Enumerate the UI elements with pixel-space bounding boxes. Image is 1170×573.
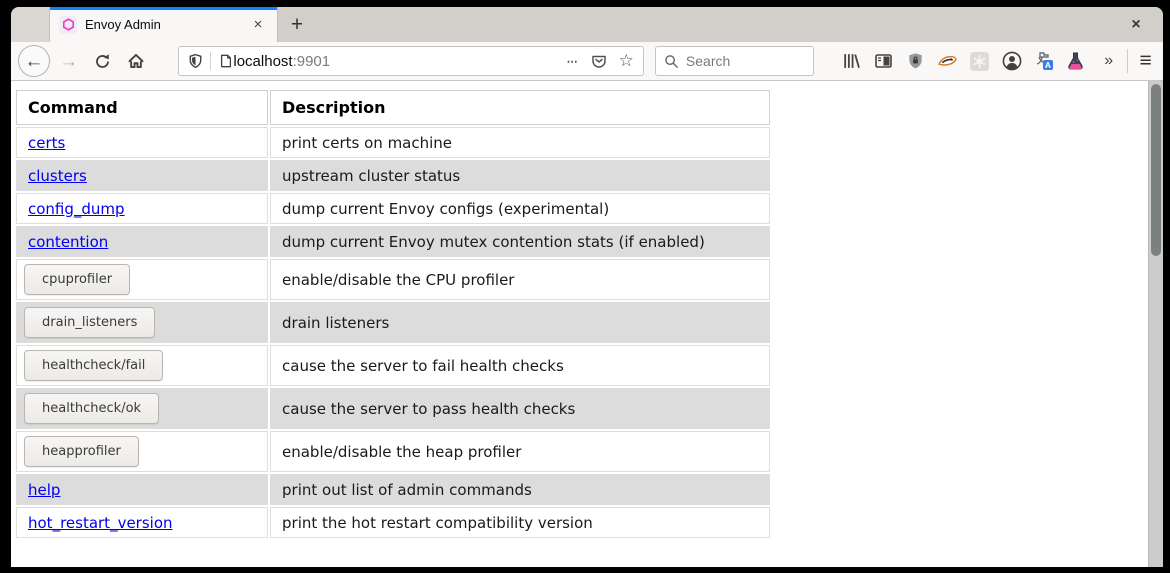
ext-flask-icon[interactable] (1065, 51, 1086, 72)
ext-translate-icon[interactable]: A (1033, 51, 1054, 72)
search-bar[interactable] (655, 46, 814, 76)
row-description: enable/disable the CPU profiler (270, 259, 770, 300)
column-header-description: Description (270, 90, 770, 125)
back-icon: ← (24, 52, 43, 71)
url-text[interactable]: localhost:9901 (233, 53, 566, 70)
table-row: healthcheck/ok cause the server to pass … (16, 388, 770, 429)
url-host: localhost (233, 53, 292, 70)
ext-raccoon-icon[interactable] (937, 51, 958, 72)
url-bar[interactable]: localhost:9901 ⋯ ☆ (178, 46, 644, 76)
link-config-dump[interactable]: config_dump (28, 200, 125, 218)
row-description: print certs on machine (270, 127, 770, 158)
window-close-button[interactable]: × (1117, 7, 1155, 42)
library-icon[interactable] (841, 51, 862, 72)
row-description: drain listeners (270, 302, 770, 343)
home-icon (127, 52, 145, 70)
row-description: dump current Envoy configs (experimental… (270, 193, 770, 224)
vertical-scrollbar[interactable] (1148, 81, 1163, 567)
envoy-favicon-icon (59, 16, 77, 34)
sidebar-icon[interactable] (873, 51, 894, 72)
toolbar-separator (1127, 49, 1128, 73)
button-drain-listeners[interactable]: drain_listeners (24, 307, 155, 338)
table-header-row: Command Description (16, 90, 770, 125)
row-description: print out list of admin commands (270, 474, 770, 505)
page-content: Command Description certs print certs on… (11, 81, 1163, 567)
link-certs[interactable]: certs (28, 134, 65, 152)
browser-window: Envoy Admin × + × ← → (11, 7, 1163, 567)
button-cpuprofiler[interactable]: cpuprofiler (24, 264, 130, 295)
ext-snowflake-icon[interactable] (969, 51, 990, 72)
table-row: heapprofiler enable/disable the heap pro… (16, 431, 770, 472)
search-icon (664, 54, 679, 69)
row-description: cause the server to fail health checks (270, 345, 770, 386)
button-healthcheck-fail[interactable]: healthcheck/fail (24, 350, 163, 381)
link-clusters[interactable]: clusters (28, 167, 87, 185)
svg-text:A: A (1045, 60, 1051, 70)
overflow-chevron-icon[interactable]: » (1097, 51, 1118, 72)
url-port: :9901 (293, 53, 331, 70)
pocket-icon[interactable] (591, 53, 607, 69)
reload-button[interactable] (88, 46, 118, 76)
titlebar-spacer (11, 7, 50, 42)
tab-close-icon[interactable]: × (248, 15, 268, 35)
toolbar-icons: A » (841, 51, 1118, 72)
link-contention[interactable]: contention (28, 233, 108, 251)
tab-title: Envoy Admin (85, 17, 248, 32)
row-description: cause the server to pass health checks (270, 388, 770, 429)
tab-envoy-admin[interactable]: Envoy Admin × (50, 7, 278, 42)
row-description: print the hot restart compatibility vers… (270, 507, 770, 538)
button-heapprofiler[interactable]: heapprofiler (24, 436, 139, 467)
table-row: healthcheck/fail cause the server to fai… (16, 345, 770, 386)
bookmark-star-icon[interactable]: ☆ (619, 51, 634, 71)
screenshot-frame: Envoy Admin × + × ← → (0, 0, 1170, 573)
forward-icon: → (59, 52, 78, 71)
button-healthcheck-ok[interactable]: healthcheck/ok (24, 393, 159, 424)
row-description: enable/disable the heap profiler (270, 431, 770, 472)
new-tab-button[interactable]: + (278, 7, 316, 42)
menu-icon[interactable]: ≡ (1135, 51, 1156, 72)
account-icon[interactable] (1001, 51, 1022, 72)
page-info-icon[interactable] (219, 53, 233, 69)
link-hot-restart-version[interactable]: hot_restart_version (28, 514, 173, 532)
reload-icon (94, 53, 111, 70)
table-row: help print out list of admin commands (16, 474, 770, 505)
row-description: dump current Envoy mutex contention stat… (270, 226, 770, 257)
search-input[interactable] (686, 53, 805, 69)
table-row: hot_restart_version print the hot restar… (16, 507, 770, 538)
table-row: clusters upstream cluster status (16, 160, 770, 191)
page-actions-icon[interactable]: ⋯ (567, 55, 579, 68)
table-row: drain_listeners drain listeners (16, 302, 770, 343)
urlbar-separator (210, 52, 211, 70)
column-header-command: Command (16, 90, 268, 125)
table-row: certs print certs on machine (16, 127, 770, 158)
table-row: config_dump dump current Envoy configs (… (16, 193, 770, 224)
table-row: cpuprofiler enable/disable the CPU profi… (16, 259, 770, 300)
scrollbar-thumb[interactable] (1151, 84, 1161, 256)
tab-strip: Envoy Admin × + × (11, 7, 1163, 42)
forward-button[interactable]: → (54, 46, 84, 76)
table-row: contention dump current Envoy mutex cont… (16, 226, 770, 257)
home-button[interactable] (122, 46, 152, 76)
tracking-protection-shield-icon[interactable] (188, 53, 203, 69)
admin-commands-table: Command Description certs print certs on… (14, 88, 772, 540)
back-button[interactable]: ← (18, 45, 50, 77)
ext-shield-lock-icon[interactable] (905, 51, 926, 72)
link-help[interactable]: help (28, 481, 60, 499)
row-description: upstream cluster status (270, 160, 770, 191)
navigation-toolbar: ← → (11, 42, 1163, 81)
